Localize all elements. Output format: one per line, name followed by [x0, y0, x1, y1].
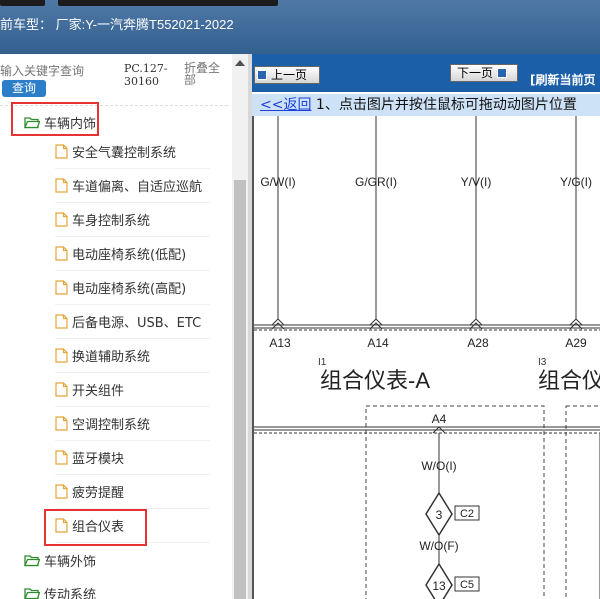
tree-item[interactable]: 换道辅助系统	[55, 339, 210, 373]
left-panel: 查询 PC.127-30160 折叠全部 车辆内饰 安全气囊控制系统 车道偏离、…	[0, 54, 232, 599]
wire-label: G/GR(I)	[355, 175, 397, 189]
wiring-diagram[interactable]: G/W(I) G/GR(I) Y/V(I) Y/G(I) A13 A14 A28…	[252, 116, 600, 599]
vehicle-model-label: 前车型： 厂家:Y-一汽奔腾T552021-2022	[0, 17, 234, 32]
document-icon	[55, 382, 68, 397]
scrollbar-thumb[interactable]	[234, 180, 246, 599]
tree-item[interactable]: 安全气囊控制系统	[55, 135, 210, 169]
connector-pin-label: A4	[432, 412, 447, 426]
component-name: 组合仪表-A	[320, 368, 430, 393]
splice-number: 3	[436, 508, 443, 522]
wire-label: Y/V(I)	[461, 175, 492, 189]
tree-item[interactable]: 车道偏离、自适应巡航	[55, 169, 210, 203]
splice-label: C2	[460, 508, 474, 520]
document-icon	[55, 280, 68, 295]
document-icon	[55, 212, 68, 227]
tree-item[interactable]: 电动座椅系统(低配)	[55, 237, 210, 271]
tree-item-label: 车道偏离、自适应巡航	[72, 180, 203, 195]
pin-label: A13	[269, 336, 291, 350]
back-link[interactable]: <<返回	[260, 97, 311, 113]
tree-item-label: 空调控制系统	[72, 418, 151, 433]
document-icon	[55, 246, 68, 261]
arrow-right-icon	[497, 67, 508, 78]
pin-label: A29	[565, 336, 587, 350]
wire-label: G/W(I)	[260, 175, 295, 189]
connector-bar	[254, 324, 600, 331]
tab-stub-left[interactable]	[0, 0, 45, 6]
tree-item[interactable]: 蓝牙模块	[55, 441, 210, 475]
tree-item-label: 车身控制系统	[72, 214, 151, 229]
folder-open-icon	[24, 587, 40, 599]
tree-item[interactable]: 空调控制系统	[55, 407, 210, 441]
refresh-page-link[interactable]: [刷新当前页	[530, 71, 596, 88]
tree-item[interactable]: 车身控制系统	[55, 203, 210, 237]
component-box	[365, 405, 545, 599]
tree-item-label: 传动系统	[44, 587, 97, 599]
keyword-search-input[interactable]	[0, 62, 120, 80]
folder-open-icon	[24, 554, 40, 566]
tree-item-label: 电动座椅系统(高配)	[72, 282, 187, 297]
tree-item-label: 电动座椅系统(低配)	[72, 248, 187, 263]
arrow-left-icon	[257, 69, 267, 80]
tree-item-label: 疲劳提醒	[72, 486, 125, 501]
tree-item-label: 后备电源、USB、ETC	[72, 316, 202, 331]
wire-label: W/O(F)	[419, 539, 458, 553]
tree-item-label: 蓝牙模块	[72, 452, 125, 467]
highlight-box	[44, 509, 147, 546]
component-ref: I3	[538, 357, 547, 368]
wiring-diagram-svg[interactable]: G/W(I) G/GR(I) Y/V(I) Y/G(I) A13 A14 A28…	[254, 116, 600, 599]
tree-item-label: 开关组件	[72, 384, 125, 399]
component-box	[565, 405, 600, 599]
tree-item-label: 车辆外饰	[44, 554, 97, 570]
component-ref: I1	[318, 357, 327, 368]
search-button[interactable]: 查询	[2, 80, 46, 97]
scroll-up-arrow-icon[interactable]	[235, 60, 245, 66]
wire-label: W/O(I)	[421, 459, 456, 473]
connector-bar	[254, 426, 600, 434]
tree-folder-drivetrain[interactable]: 传动系统	[24, 576, 224, 599]
prev-page-button[interactable]: 上一页	[254, 66, 320, 84]
component-name: 组合仪	[538, 368, 600, 393]
document-icon	[55, 484, 68, 499]
wire-label: Y/G(I)	[560, 175, 592, 189]
instruction-bar: <<返回 1、点击图片并按住鼠标可拖动动图片位置	[252, 94, 600, 116]
pin-label: A28	[467, 336, 489, 350]
wire-lines	[277, 116, 577, 319]
tree-scrollbar[interactable]	[232, 54, 248, 599]
tab-stub-right[interactable]	[58, 0, 278, 6]
tree-folder-exterior[interactable]: 车辆外饰	[24, 543, 224, 577]
pc-code-label: PC.127-30160	[124, 62, 168, 88]
document-icon	[55, 348, 68, 363]
highlight-box	[11, 102, 99, 136]
instruction-text: 1、点击图片并按住鼠标可拖动动图片位置	[311, 97, 577, 113]
pin-label: A14	[367, 336, 389, 350]
document-icon	[55, 178, 68, 193]
tree-item[interactable]: 开关组件	[55, 373, 210, 407]
diagram-viewer: 上一页 下一页 [刷新当前页 <<返回 1、点击图片并按住鼠标可拖动动图片位置 …	[252, 54, 600, 599]
collapse-all-link[interactable]: 折叠全部	[184, 62, 224, 86]
tree-item-label: 换道辅助系统	[72, 350, 151, 365]
tree-item-label: 安全气囊控制系统	[72, 146, 177, 161]
document-icon	[55, 416, 68, 431]
document-icon	[55, 450, 68, 465]
tree-item[interactable]: 疲劳提醒	[55, 475, 210, 509]
splice-label: C5	[460, 579, 474, 591]
document-icon	[55, 144, 68, 159]
viewer-toolbar: 上一页 下一页 [刷新当前页	[252, 54, 600, 92]
splice-number: 13	[432, 579, 446, 593]
tree-item[interactable]: 后备电源、USB、ETC	[55, 305, 210, 339]
next-page-button[interactable]: 下一页	[450, 64, 518, 82]
app-header: 前车型： 厂家:Y-一汽奔腾T552021-2022	[0, 0, 600, 54]
document-icon	[55, 314, 68, 329]
tree-item[interactable]: 电动座椅系统(高配)	[55, 271, 210, 305]
